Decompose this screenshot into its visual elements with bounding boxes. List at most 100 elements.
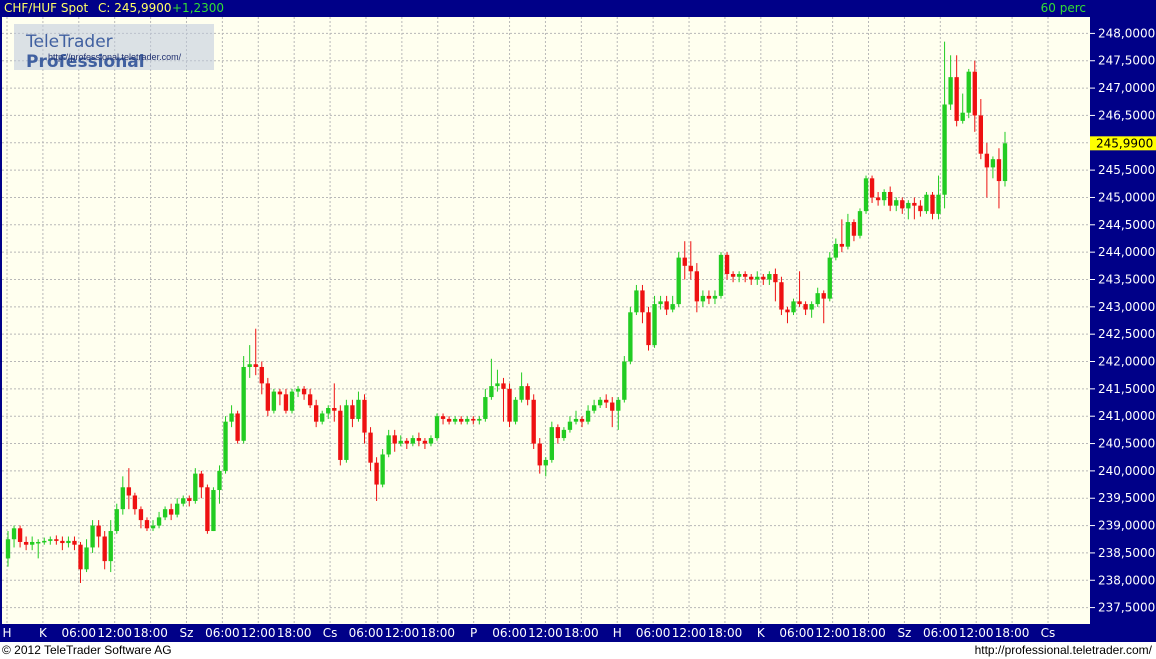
last-price-label: 245,9900: [1096, 136, 1153, 150]
watermark-url: http://professional.teletrader.com/: [48, 52, 182, 62]
candlestick-chart: [2, 17, 1090, 624]
y-tick-label: 239,5000: [1098, 491, 1155, 505]
x-tick-label: 06:00: [636, 626, 671, 640]
candle-body: [410, 438, 416, 444]
candle-body: [108, 531, 113, 562]
x-tick-label: 12:00: [959, 626, 994, 640]
candle-body: [634, 290, 639, 313]
candle-body: [362, 399, 367, 433]
candle-body: [688, 265, 693, 272]
candle-body: [779, 282, 784, 310]
candle-body: [181, 498, 186, 504]
candle-body: [283, 394, 289, 411]
y-tick-label: 242,5000: [1098, 327, 1155, 341]
candle-body: [211, 490, 216, 532]
candle-body: [972, 71, 977, 116]
y-tick-label: 241,0000: [1098, 409, 1155, 423]
candle-body: [827, 257, 832, 299]
candle-body: [712, 295, 718, 299]
copyright-text: © 2012 TeleTrader Software AG: [2, 643, 172, 657]
candle-body: [144, 520, 150, 529]
candle-body: [217, 470, 222, 491]
candle-body: [930, 194, 935, 214]
plot-area[interactable]: [2, 17, 1090, 624]
y-tick-label: 238,0000: [1098, 573, 1155, 587]
candle-body: [513, 399, 518, 422]
candle-body: [501, 383, 506, 389]
candle-body: [386, 435, 391, 455]
candle-body: [36, 541, 41, 544]
candle-body: [156, 517, 162, 526]
candle-body: [344, 405, 349, 460]
time-axis-labels: H K 06:00 12:00 18:00 Sz 06:00 12:00 18:00 Cs 06:0…: [2, 626, 1056, 640]
candle-body: [11, 528, 17, 540]
candle-body: [767, 274, 772, 280]
candle-body: [229, 413, 234, 422]
x-tick-label: 12:00: [672, 626, 707, 640]
candle-body: [857, 211, 863, 236]
candle-body: [452, 418, 458, 422]
y-tick-label: 241,5000: [1098, 382, 1155, 396]
candle-body: [761, 276, 766, 280]
candle-body: [199, 473, 204, 488]
candle-body: [736, 274, 742, 277]
candle-body: [23, 541, 29, 545]
x-tick-label: 06:00: [923, 626, 958, 640]
candle-body: [809, 304, 814, 310]
candle-body: [96, 525, 101, 537]
candle-body: [543, 459, 548, 466]
source-url[interactable]: http://professional.teletrader.com/: [975, 643, 1152, 657]
candle-body: [724, 254, 730, 275]
candle-body: [289, 391, 295, 411]
candle-body: [223, 421, 228, 471]
candle-body: [404, 440, 409, 444]
candle-body: [1002, 143, 1008, 182]
y-tick-label: 247,5000: [1098, 54, 1155, 68]
candle-body: [646, 312, 651, 346]
candle-body: [875, 197, 881, 201]
x-tick-label: 12:00: [385, 626, 420, 640]
candle-body: [247, 364, 252, 367]
x-tick-label: P: [470, 626, 477, 640]
candle-body: [918, 205, 923, 212]
candle-body: [573, 418, 579, 422]
candle-body: [900, 200, 905, 209]
candle-body: [138, 509, 144, 521]
candle-body: [440, 416, 446, 419]
candle-body: [700, 295, 706, 302]
y-tick-label: 242,0000: [1098, 355, 1155, 369]
candle-body: [924, 194, 929, 212]
y-tick-label: 240,5000: [1098, 437, 1155, 451]
candle-body: [652, 304, 657, 346]
candle-body: [60, 540, 65, 544]
candle-body: [483, 397, 488, 419]
candle-body: [960, 112, 965, 121]
candle-body: [990, 159, 996, 168]
candle-body: [888, 191, 893, 206]
candle-body: [597, 399, 603, 406]
candle-body: [622, 361, 627, 400]
candle-body: [471, 418, 476, 421]
x-tick-label: 18:00: [995, 626, 1030, 640]
candle-body: [277, 391, 283, 395]
candle-body: [604, 399, 609, 403]
interval-label[interactable]: 60 perc: [1041, 1, 1086, 15]
x-tick-label: Sz: [180, 626, 194, 640]
candle-body: [265, 383, 270, 411]
candle-body: [187, 498, 192, 501]
candle-body: [640, 290, 645, 313]
candle-body: [894, 200, 899, 206]
candle-body: [996, 159, 1002, 182]
candle-body: [84, 547, 89, 570]
price-change-label: +1,2300: [172, 1, 225, 15]
candle-body: [307, 394, 313, 406]
candle-body: [555, 427, 561, 439]
candle-body: [749, 276, 754, 280]
candle-body: [869, 178, 875, 198]
candle-body: [610, 402, 615, 411]
candle-body: [791, 301, 796, 313]
x-tick-label: Cs: [1041, 626, 1056, 640]
x-tick-label: Sz: [897, 626, 911, 640]
candle-body: [821, 293, 826, 299]
candle-body: [72, 540, 77, 545]
